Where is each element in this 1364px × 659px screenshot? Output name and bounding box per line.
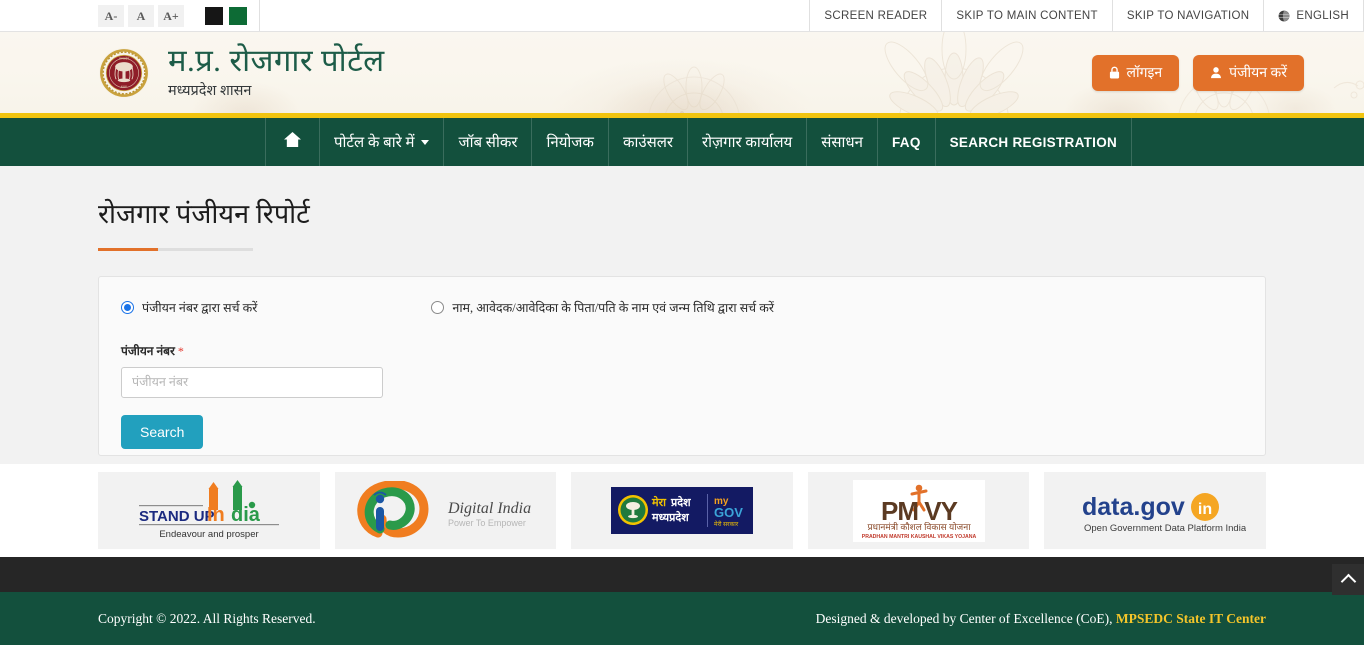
search-mode-group: पंजीयन नंबर द्वारा सर्च करें नाम, आवेदक/… [121,299,1243,316]
state-emblem-icon: मध्यप्रदेश शासन [98,47,150,99]
svg-text:STAND UP: STAND UP [139,508,215,525]
font-normal-button[interactable]: A [128,4,154,27]
svg-text:Endeavour and prosper: Endeavour and prosper [159,529,258,540]
nav-item-employer[interactable]: नियोजक [532,118,609,166]
language-selector[interactable]: ENGLISH [1263,0,1364,31]
svg-text:in: in [1198,501,1212,518]
svg-text:PRADHAN MANTRI KAUSHAL VIKAS Y: PRADHAN MANTRI KAUSHAL VIKAS YOJANA [861,534,976,540]
search-button[interactable]: Search [121,415,204,449]
svg-text:data.gov: data.gov [1082,493,1185,521]
radio-indicator[interactable] [431,301,445,314]
digital-india-logo-icon: Digital India Power To Empower [357,480,532,538]
top-utility-bar: A- A A+ SCREEN READER SKIP TO MAIN CONTE… [0,0,1364,32]
svg-text:मध्यप्रदेश: मध्यप्रदेश [651,510,689,524]
nav-item-counsellor[interactable]: काउंसलर [609,118,689,166]
radio-option-by-name-dob[interactable]: नाम, आवेदक/आवेदिका के पिता/पति के नाम एव… [431,299,774,316]
pmkvy-logo-icon: PM VY प्रधानमंत्री कौशल विकास योजना PRAD… [852,479,985,542]
data-gov-in-logo-icon: data.gov in Open Government Data Platfor… [1082,492,1246,534]
svg-text:Open Government Data Platform: Open Government Data Platform India [1084,523,1246,534]
site-header: मध्यप्रदेश शासन म.प्र. रोजगार पोर्टल मध्… [0,32,1364,117]
svg-text:dia: dia [231,504,261,526]
svg-text:Digital India: Digital India [447,500,531,517]
register-button[interactable]: पंजीयन करें [1193,54,1304,91]
mygov-mp-logo-icon: मेरा प्रदेश मध्यप्रदेश my GOV मेरी सरकार [611,487,753,534]
svg-text:GOV: GOV [714,505,743,520]
main-navigation: पोर्टल के बारे में जॉब सीकर नियोजक काउंस… [0,117,1364,166]
svg-text:प्रदेश: प्रदेश [670,495,691,509]
svg-text:Power To Empower: Power To Empower [448,518,526,528]
svg-text:मेरी सरकार: मेरी सरकार [714,520,739,528]
nav-item-faq[interactable]: FAQ [878,118,936,166]
radio-indicator-selected[interactable] [121,301,134,314]
site-title: म.प्र. रोजगार पोर्टल [168,42,385,78]
footer-dark-band [0,557,1364,592]
svg-text:In: In [207,504,225,526]
skip-to-navigation-link[interactable]: SKIP TO NAVIGATION [1111,0,1264,31]
scroll-to-top-button[interactable] [1332,564,1364,595]
svg-text:शासन: शासन [121,84,128,88]
chevron-down-icon [421,139,430,145]
contrast-green-swatch[interactable] [229,6,247,25]
header-actions: लॉगइन पंजीयन करें [1091,54,1304,91]
nav-item-resources[interactable]: संसाधन [807,118,878,166]
font-increase-button[interactable]: A+ [158,4,184,27]
login-button[interactable]: लॉगइन [1091,54,1180,91]
nav-item-home[interactable] [265,118,320,166]
contrast-controls [205,6,247,25]
nav-item-job-seeker[interactable]: जॉब सीकर [444,118,533,166]
globe-icon [1278,10,1290,22]
credit-text: Designed & developed by Center of Excell… [815,610,1266,626]
required-asterisk: * [177,344,184,358]
logo-data-gov-in[interactable]: data.gov in Open Government Data Platfor… [1044,472,1266,549]
lock-icon [1109,66,1120,79]
logo-pmkvy[interactable]: PM VY प्रधानमंत्री कौशल विकास योजना PRAD… [807,472,1030,549]
logo-stand-up-india[interactable]: STAND UP In dia Endeavour and prosper [98,472,320,549]
skip-to-main-content-link[interactable]: SKIP TO MAIN CONTENT [941,0,1111,31]
main-content: रोजगार पंजीयन रिपोर्ट पंजीयन नंबर द्वारा… [0,166,1364,464]
user-icon [1210,66,1222,79]
stand-up-india-logo-icon: STAND UP In dia Endeavour and prosper [138,479,279,540]
accessibility-controls: A- A A+ [98,0,260,31]
site-footer: Copyright © 2022. All Rights Reserved. D… [0,592,1364,645]
logo-digital-india[interactable]: Digital India Power To Empower [334,472,557,549]
copyright-text: Copyright © 2022. All Rights Reserved. [98,610,316,626]
home-icon [283,131,302,153]
nav-item-search-registration[interactable]: SEARCH REGISTRATION [936,118,1133,166]
svg-text:प्रधानमंत्री कौशल विकास योजना: प्रधानमंत्री कौशल विकास योजना [867,521,971,532]
radio-option-by-registration-number[interactable]: पंजीयन नंबर द्वारा सर्च करें [121,299,257,316]
search-form-card: पंजीयन नंबर द्वारा सर्च करें नाम, आवेदक/… [98,276,1266,456]
title-underline [98,248,253,251]
font-decrease-button[interactable]: A- [98,4,124,27]
divider [259,0,260,31]
svg-text:मध्यप्रदेश: मध्यप्रदेश [119,56,130,60]
mpsedc-link[interactable]: MPSEDC State IT Center [1116,611,1266,626]
svg-text:मेरा: मेरा [651,495,667,509]
logo-mygov-madhya-pradesh[interactable]: मेरा प्रदेश मध्यप्रदेश my GOV मेरी सरकार [571,472,793,549]
brand: म.प्र. रोजगार पोर्टल मध्यप्रदेश शासन [168,42,385,101]
top-links: SCREEN READER SKIP TO MAIN CONTENT SKIP … [809,0,1364,31]
nav-item-about-portal[interactable]: पोर्टल के बारे में [320,118,445,166]
nav-item-employment-office[interactable]: रोज़गार कार्यालय [688,118,808,166]
registration-number-input[interactable] [121,367,383,398]
screen-reader-link[interactable]: SCREEN READER [809,0,941,31]
partner-logo-strip: STAND UP In dia Endeavour and prosper Di… [0,464,1364,557]
contrast-black-swatch[interactable] [205,6,223,25]
registration-number-label: पंजीयन नंबर * [121,344,184,358]
site-subtitle: मध्यप्रदेश शासन [168,83,252,100]
page-title: रोजगार पंजीयन रिपोर्ट [98,199,310,229]
